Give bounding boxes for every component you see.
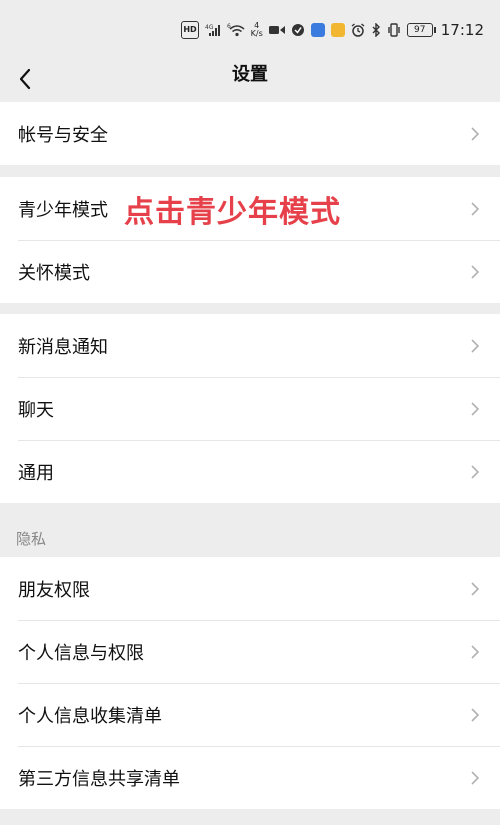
settings-item-label: 个人信息与权限 bbox=[18, 642, 144, 664]
network-type-label: 4G bbox=[205, 24, 214, 31]
status-icons: HD 4G 6 4 K/s 97 17:12 bbox=[181, 20, 484, 40]
hd-icon: HD bbox=[181, 21, 199, 39]
settings-group-general: 新消息通知 聊天 通用 bbox=[0, 314, 500, 503]
annotation-text: 点击青少年模式 bbox=[124, 194, 341, 230]
chevron-right-icon bbox=[471, 707, 480, 722]
settings-item-general[interactable]: 通用 bbox=[0, 440, 500, 503]
network-speed: 4 K/s bbox=[251, 22, 263, 38]
chevron-right-icon bbox=[471, 126, 480, 141]
alarm-icon bbox=[351, 22, 365, 38]
settings-item-label: 新消息通知 bbox=[18, 336, 108, 358]
settings-item-care-mode[interactable]: 关怀模式 bbox=[0, 240, 500, 303]
wifi-icon: 6 bbox=[227, 22, 245, 38]
settings-item-account-security[interactable]: 帐号与安全 bbox=[0, 102, 500, 165]
settings-item-chat[interactable]: 聊天 bbox=[0, 377, 500, 440]
chevron-right-icon bbox=[471, 401, 480, 416]
settings-group-modes: 青少年模式 点击青少年模式 关怀模式 bbox=[0, 177, 500, 303]
video-call-icon bbox=[268, 22, 285, 38]
settings-item-label: 第三方信息共享清单 bbox=[18, 768, 180, 790]
settings-item-label: 朋友权限 bbox=[18, 579, 90, 601]
settings-item-label: 青少年模式 bbox=[18, 199, 108, 221]
network-speed-unit: K/s bbox=[250, 29, 263, 38]
status-bar: HD 4G 6 4 K/s 97 17:12 bbox=[0, 0, 500, 58]
chevron-right-icon bbox=[471, 464, 480, 479]
settings-item-notifications[interactable]: 新消息通知 bbox=[0, 314, 500, 377]
cloud-app-icon bbox=[310, 23, 325, 37]
settings-item-teen-mode[interactable]: 青少年模式 点击青少年模式 bbox=[0, 177, 500, 240]
chevron-right-icon bbox=[471, 201, 480, 216]
settings-item-label: 通用 bbox=[18, 462, 54, 484]
section-header-privacy: 隐私 bbox=[16, 530, 47, 548]
cell-signal-icon: 4G bbox=[205, 22, 221, 38]
settings-item-personal-info-permissions[interactable]: 个人信息与权限 bbox=[0, 620, 500, 683]
settings-item-friend-permissions[interactable]: 朋友权限 bbox=[0, 557, 500, 620]
status-time: 17:12 bbox=[440, 21, 484, 39]
settings-item-label: 聊天 bbox=[18, 399, 54, 421]
bluetooth-icon bbox=[371, 22, 381, 38]
settings-item-label: 个人信息收集清单 bbox=[18, 705, 162, 727]
notes-app-icon bbox=[330, 23, 345, 37]
settings-group-account: 帐号与安全 bbox=[0, 102, 500, 165]
nav-bar: 设置 bbox=[0, 58, 500, 102]
settings-item-third-party-sharing-list[interactable]: 第三方信息共享清单 bbox=[0, 746, 500, 809]
chevron-right-icon bbox=[471, 338, 480, 353]
chevron-right-icon bbox=[471, 644, 480, 659]
chevron-right-icon bbox=[471, 770, 480, 785]
chevron-right-icon bbox=[471, 264, 480, 279]
chevron-right-icon bbox=[471, 581, 480, 596]
shield-app-icon bbox=[291, 22, 305, 38]
settings-group-privacy: 朋友权限 个人信息与权限 个人信息收集清单 第三方信息共享清单 bbox=[0, 557, 500, 809]
page-title: 设置 bbox=[232, 64, 268, 85]
vibrate-icon bbox=[387, 22, 401, 38]
settings-item-personal-info-list[interactable]: 个人信息收集清单 bbox=[0, 683, 500, 746]
settings-item-label: 关怀模式 bbox=[18, 262, 90, 284]
settings-item-label: 帐号与安全 bbox=[18, 124, 108, 146]
battery-icon: 97 bbox=[406, 23, 436, 37]
